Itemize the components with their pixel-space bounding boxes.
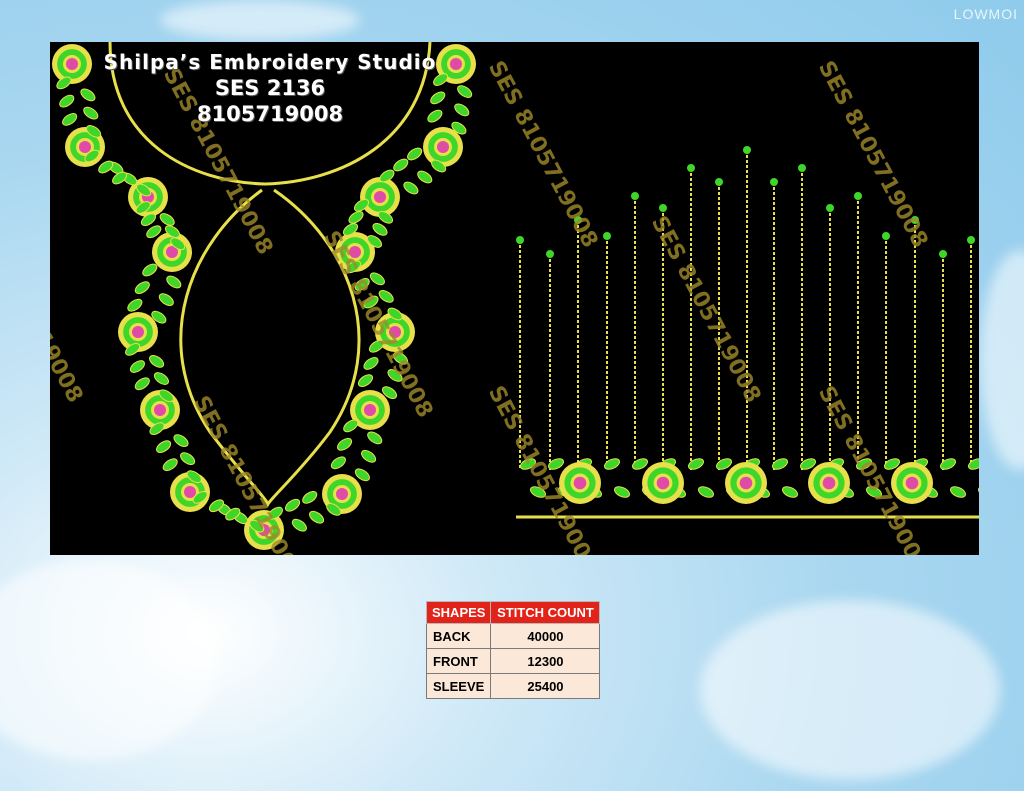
bead bbox=[826, 204, 834, 212]
embroidery-design-panel: SES 8105719008 SES 8105719008 SES 810571… bbox=[50, 42, 979, 555]
leaf bbox=[604, 458, 620, 470]
leaf bbox=[688, 458, 704, 470]
stitch-count-cell: 12300 bbox=[490, 648, 601, 674]
studio-phone: 8105719008 bbox=[196, 102, 344, 126]
leaf bbox=[285, 498, 301, 512]
bead bbox=[603, 232, 611, 240]
leaf bbox=[348, 211, 364, 224]
flower-center bbox=[822, 476, 836, 490]
leaf bbox=[162, 458, 178, 472]
flower-center bbox=[79, 141, 91, 153]
flower-center bbox=[656, 476, 670, 490]
studio-name: Shilpa’s Embroidery Studio bbox=[103, 50, 437, 74]
leaf bbox=[950, 486, 966, 498]
leaf bbox=[159, 213, 175, 226]
column-header-stitch-count: STITCH COUNT bbox=[490, 601, 601, 624]
leaf bbox=[149, 355, 165, 368]
column-header-shapes: SHAPES bbox=[425, 601, 492, 624]
bead bbox=[546, 250, 554, 258]
leaf bbox=[361, 449, 377, 463]
flower-center bbox=[364, 404, 376, 416]
shape-cell: BACK bbox=[425, 623, 492, 649]
leaf bbox=[166, 275, 182, 289]
bead bbox=[631, 192, 639, 200]
leaf bbox=[357, 374, 374, 387]
leaf bbox=[156, 440, 172, 454]
table-header-row: SHAPES STITCH COUNT bbox=[425, 601, 601, 624]
bead bbox=[687, 164, 695, 172]
flower-center bbox=[573, 476, 587, 490]
table-row: BACK 40000 bbox=[425, 623, 601, 649]
flower-center bbox=[154, 404, 166, 416]
leaf bbox=[407, 147, 423, 161]
leaf bbox=[337, 437, 353, 451]
bead bbox=[939, 250, 947, 258]
leaf bbox=[134, 281, 150, 294]
leaf bbox=[363, 357, 379, 370]
bead bbox=[659, 204, 667, 212]
leaf bbox=[173, 434, 189, 447]
leaf bbox=[129, 360, 145, 373]
stitch-count-cell: 25400 bbox=[490, 673, 601, 699]
leaf bbox=[302, 490, 318, 504]
bg-petal bbox=[0, 560, 220, 760]
flower-center bbox=[905, 476, 919, 490]
leaf bbox=[403, 181, 419, 195]
bead bbox=[854, 192, 862, 200]
leaf bbox=[372, 223, 388, 236]
flower-center bbox=[132, 326, 144, 338]
flower-center bbox=[739, 476, 753, 490]
leaf bbox=[940, 458, 956, 470]
leaf bbox=[367, 431, 383, 445]
leaf bbox=[98, 160, 114, 174]
table-row: FRONT 12300 bbox=[425, 648, 601, 674]
bead bbox=[798, 164, 806, 172]
design-code: SES 2136 bbox=[214, 76, 326, 100]
flower-center bbox=[184, 486, 196, 498]
bead bbox=[743, 146, 751, 154]
table-row: SLEEVE 25400 bbox=[425, 673, 601, 699]
leaf bbox=[698, 486, 714, 498]
leaf bbox=[180, 452, 196, 466]
shape-cell: SLEEVE bbox=[425, 673, 492, 699]
flower-center bbox=[437, 141, 449, 153]
bead bbox=[516, 236, 524, 244]
bead bbox=[967, 236, 975, 244]
bead bbox=[770, 178, 778, 186]
bg-petal bbox=[160, 0, 360, 40]
bead bbox=[882, 232, 890, 240]
leaf bbox=[309, 510, 325, 524]
leaf bbox=[782, 486, 798, 498]
corner-mark: LOWMOI bbox=[953, 6, 1018, 22]
leaf bbox=[153, 372, 169, 385]
bg-petal bbox=[980, 250, 1024, 470]
bg-petal bbox=[700, 600, 1000, 780]
flower-center bbox=[336, 488, 348, 500]
leaf bbox=[291, 518, 307, 532]
leaf bbox=[127, 298, 143, 312]
leaf bbox=[978, 486, 979, 498]
shape-cell: FRONT bbox=[425, 648, 492, 674]
flower-center bbox=[374, 191, 386, 203]
leaf bbox=[134, 377, 150, 391]
leaf bbox=[393, 158, 409, 172]
leaf bbox=[330, 456, 346, 470]
bead bbox=[715, 178, 723, 186]
leaf bbox=[417, 170, 433, 184]
leaf bbox=[158, 293, 174, 306]
leaf bbox=[614, 486, 630, 498]
leaf bbox=[632, 458, 648, 470]
stitch-count-table: SHAPES STITCH COUNT BACK 40000 FRONT 123… bbox=[425, 601, 601, 699]
stitch-count-cell: 40000 bbox=[490, 623, 601, 649]
leaf bbox=[968, 458, 979, 470]
